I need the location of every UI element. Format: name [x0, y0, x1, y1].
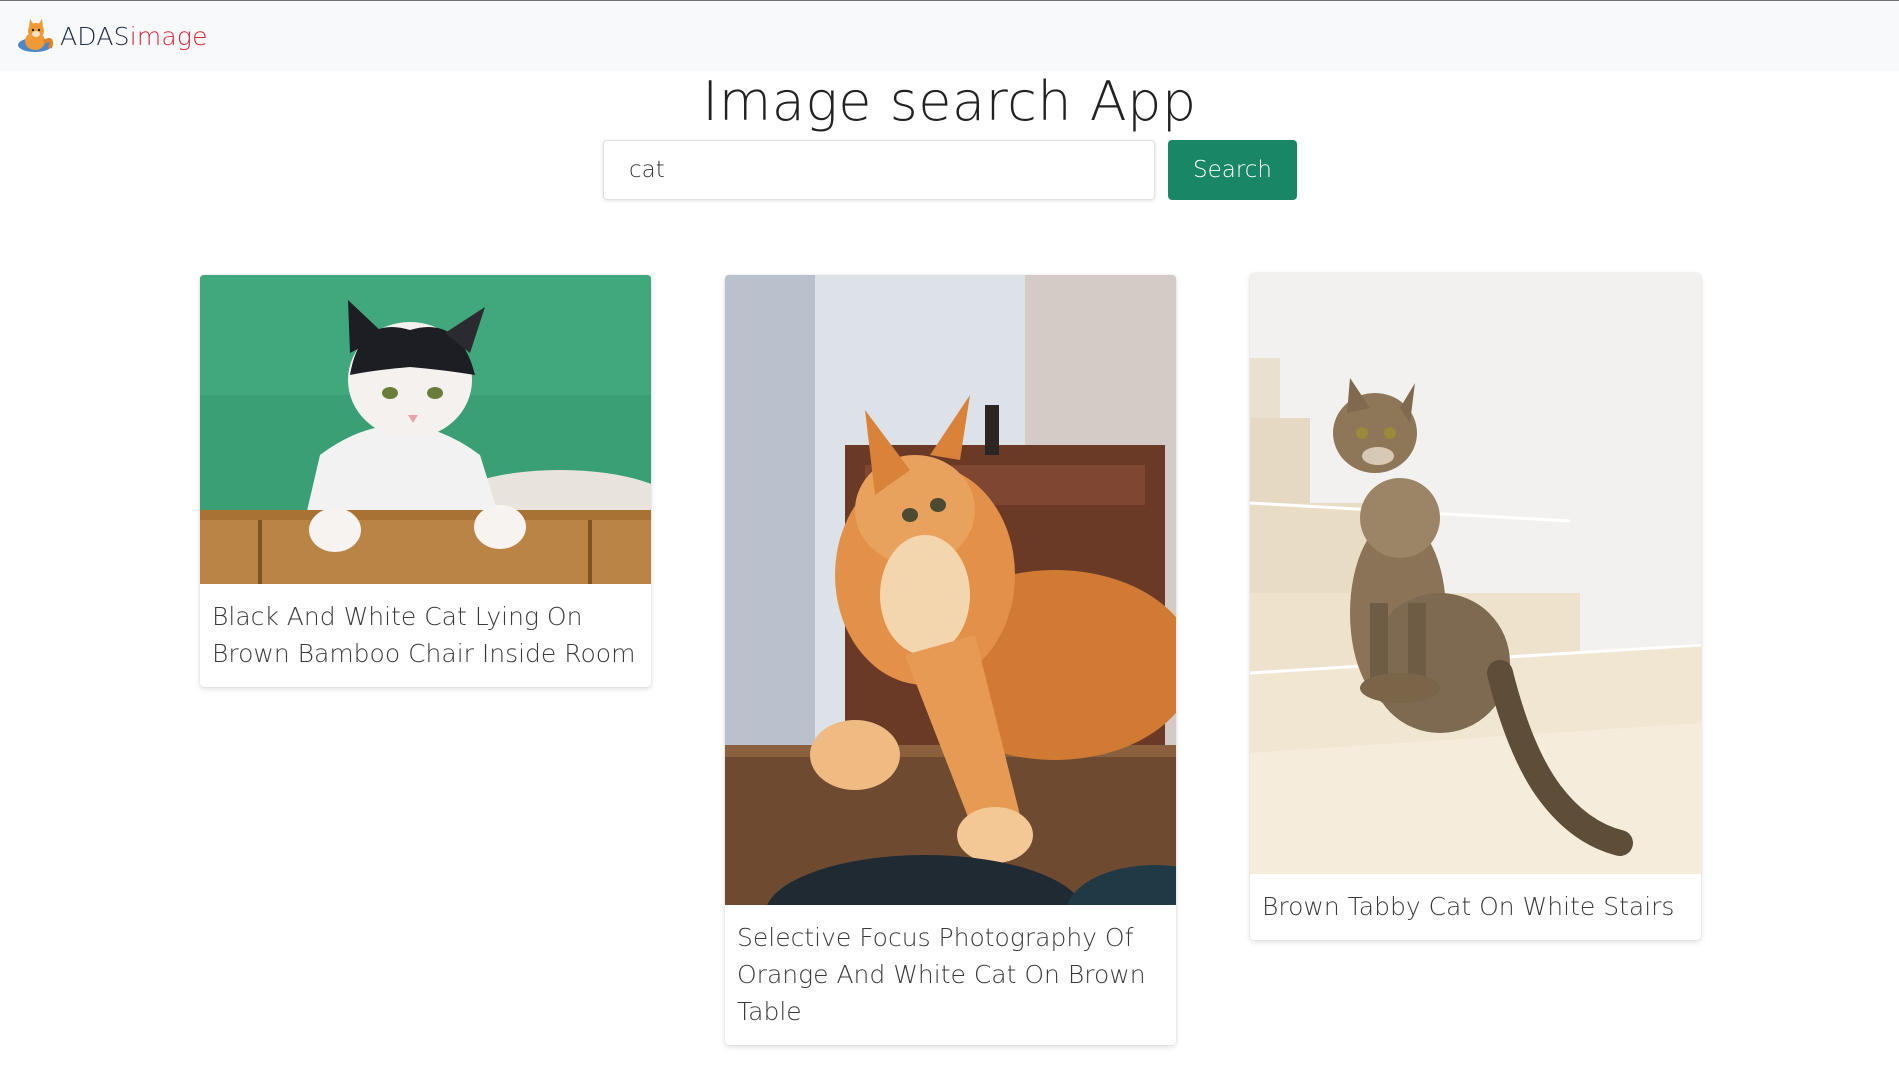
black-white-cat-image — [200, 275, 651, 584]
page-title: Image search App — [702, 70, 1197, 133]
fox-logo-icon — [18, 19, 54, 52]
brand-name: ADASimage — [60, 22, 208, 51]
search-form: Search — [603, 140, 1297, 200]
orange-cat-image — [725, 275, 1176, 905]
result-title: Brown Tabby Cat On White Stairs — [1262, 892, 1675, 921]
result-card[interactable]: Brown Tabby Cat On White Stairs — [1250, 273, 1701, 940]
search-button[interactable]: Search — [1168, 140, 1297, 200]
result-card[interactable]: Selective Focus Photography Of Orange An… — [725, 275, 1176, 1045]
result-title: Black And White Cat Lying On Brown Bambo… — [212, 602, 636, 668]
brand-link[interactable]: ADASimage — [14, 18, 208, 54]
result-title: Selective Focus Photography Of Orange An… — [737, 923, 1146, 1026]
brand-name-part1: ADAS — [60, 21, 130, 51]
search-input[interactable] — [603, 140, 1155, 200]
navbar: ADASimage — [0, 1, 1899, 71]
tabby-cat-image — [1250, 273, 1701, 874]
brand-name-part2: image — [129, 21, 208, 51]
result-card[interactable]: Black And White Cat Lying On Brown Bambo… — [200, 275, 651, 687]
